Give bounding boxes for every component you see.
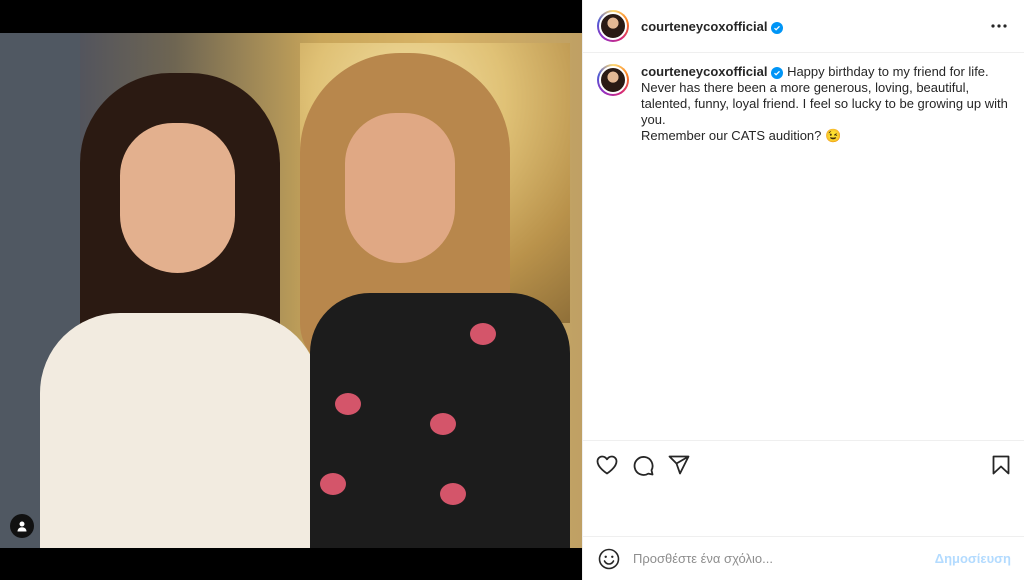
dress-rose xyxy=(430,413,456,435)
save-button[interactable] xyxy=(989,453,1013,477)
share-icon xyxy=(668,455,690,474)
dress-rose xyxy=(440,483,466,505)
dress-rose xyxy=(335,393,361,415)
caption-username[interactable]: courteneycoxofficial xyxy=(641,64,767,79)
more-options-button[interactable] xyxy=(987,20,1011,32)
caption-line: Never has there been a more generous, lo… xyxy=(641,80,970,95)
photo-person-left-face xyxy=(120,123,235,273)
caption-line: Happy birthday to my friend for life. xyxy=(787,64,989,79)
caption-text: courteneycoxofficial Happy birthday to m… xyxy=(641,64,1009,144)
comment-input[interactable] xyxy=(633,551,927,566)
post-caption: courteneycoxofficial Happy birthday to m… xyxy=(597,64,1013,144)
photo-person-right-face xyxy=(345,113,455,263)
post-photo[interactable] xyxy=(0,33,582,548)
post-media xyxy=(0,0,582,580)
comment-bar: Δημοσίευση xyxy=(583,536,1024,580)
emoji-icon xyxy=(598,548,620,569)
author-avatar[interactable] xyxy=(597,10,629,42)
comment-icon xyxy=(633,455,654,476)
post-panel: courteneycoxofficial courteneycoxofficia… xyxy=(582,0,1024,580)
post-comment-button[interactable]: Δημοσίευση xyxy=(935,551,1011,566)
bookmark-icon xyxy=(992,455,1010,474)
share-button[interactable] xyxy=(667,453,691,477)
dress-rose xyxy=(470,323,496,345)
dress-rose xyxy=(320,473,346,495)
user-tag-icon xyxy=(17,521,27,532)
post-actions xyxy=(583,440,1024,488)
heart-icon xyxy=(596,455,618,474)
photo-person-left-dress xyxy=(40,313,320,548)
caption-line: Remember our CATS audition? 😉 xyxy=(641,128,842,143)
author-username[interactable]: courteneycoxofficial xyxy=(641,19,784,34)
caption-author-avatar[interactable] xyxy=(597,64,629,96)
more-options-icon xyxy=(991,24,1007,28)
caption-line: you. xyxy=(641,112,666,127)
emoji-button[interactable] xyxy=(597,547,621,571)
verified-badge-icon xyxy=(771,21,784,34)
verified-badge-icon xyxy=(771,67,784,79)
like-button[interactable] xyxy=(595,453,619,477)
comment-button[interactable] xyxy=(631,453,655,477)
post-header: courteneycoxofficial xyxy=(583,0,1024,53)
caption-line: talented, funny, loyal friend. I feel so… xyxy=(641,96,1008,111)
user-tag-button[interactable] xyxy=(10,514,34,538)
